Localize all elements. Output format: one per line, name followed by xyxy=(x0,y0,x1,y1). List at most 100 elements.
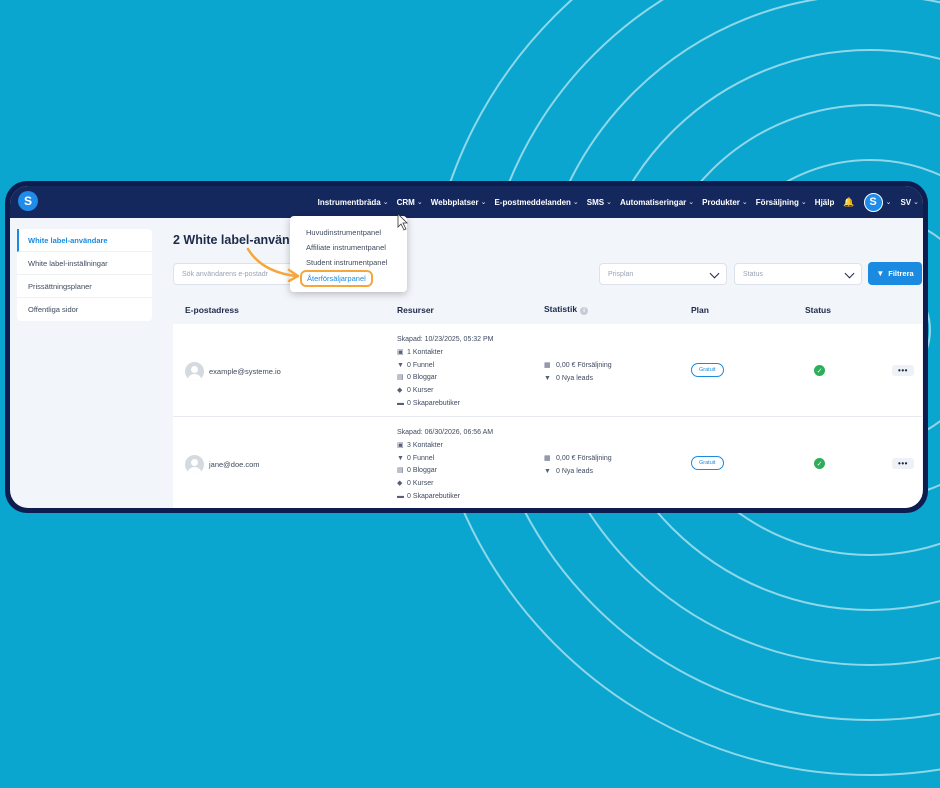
leads-value: 0 Nya leads xyxy=(556,375,593,382)
user-cell: jane@doe.com xyxy=(185,455,260,474)
menu-item-student-dashboard[interactable]: Student instrumentpanel xyxy=(290,255,407,270)
user-email[interactable]: example@systeme.io xyxy=(209,367,281,376)
header-status: Status xyxy=(805,304,831,315)
table-header: E-postadress Resurser Statistik i Plan St… xyxy=(173,295,922,324)
chevron-down-icon: ⌄ xyxy=(606,199,613,206)
nav-item-forsaljning[interactable]: Försäljning ⌄ xyxy=(756,198,807,207)
stats-cell: ▦ 0,00 € Försäljning ▼ 0 Nya leads xyxy=(544,452,612,478)
course-icon: ◆ xyxy=(397,480,403,488)
leads-value: 0 Nya leads xyxy=(556,468,593,475)
price-plan-select[interactable]: Prisplan xyxy=(599,263,727,285)
header-stats: Statistik i xyxy=(544,304,589,315)
status-check-icon: ✓ xyxy=(814,365,825,376)
more-options-button[interactable]: ••• xyxy=(892,365,914,376)
nav-item-automatiseringar[interactable]: Automatiseringar ⌄ xyxy=(620,198,694,207)
sales-value: 0,00 € Försäljning xyxy=(556,455,612,462)
blogs-count: 0 Bloggar xyxy=(407,467,437,475)
filter-icon: ▼ xyxy=(876,269,885,278)
header-resources: Resurser xyxy=(397,304,434,315)
money-icon: ▦ xyxy=(544,455,551,462)
resources-cell: Skapad: 10/23/2025, 05:32 PM ▣ 1 Kontakte… xyxy=(397,334,494,411)
nav-item-produkter[interactable]: Produkter ⌄ xyxy=(702,198,748,207)
logo-icon[interactable]: S xyxy=(18,191,38,211)
status-check-icon: ✓ xyxy=(814,458,825,469)
user-cell: example@systeme.io xyxy=(185,362,281,381)
contacts-count: 3 Kontakter xyxy=(407,441,443,449)
sidebar-item-white-label-settings[interactable]: White label-inställningar xyxy=(17,252,152,275)
funnels-count: 0 Funnel xyxy=(407,454,435,462)
chevron-down-icon: ⌄ xyxy=(688,199,695,206)
courses-count: 0 Kurser xyxy=(407,387,434,395)
header-plan: Plan xyxy=(691,304,709,315)
app-screen: S Instrumentbräda ⌄ CRM ⌄ Webbplatser ⌄ E-p… xyxy=(10,186,923,508)
sidebar-item-public-pages[interactable]: Offentliga sidor xyxy=(17,298,152,321)
sales-value: 0,00 € Försäljning xyxy=(556,362,612,369)
avatar xyxy=(185,455,204,474)
resources-cell: Skapad: 06/30/2026, 06:56 AM ▣ 3 Kontakte… xyxy=(397,427,493,504)
plan-badge: Gratuit xyxy=(691,363,724,377)
funnels-count: 0 Funnel xyxy=(407,361,435,369)
chevron-down-icon: ⌄ xyxy=(382,199,389,206)
chevron-down-icon[interactable]: ⌄ xyxy=(886,198,892,206)
stores-count: 0 Skaparebutiker xyxy=(407,492,460,500)
language-selector[interactable]: SV ⌄ xyxy=(900,198,919,207)
courses-count: 0 Kurser xyxy=(407,480,434,488)
menu-item-reseller-panel[interactable]: Återförsäljarpanel xyxy=(300,270,373,287)
nav-item-sms[interactable]: SMS ⌄ xyxy=(587,198,612,207)
created-date: Skapad: 10/23/2025, 05:32 PM xyxy=(397,336,494,343)
sidebar-item-white-label-users[interactable]: White label-användare xyxy=(17,229,152,252)
funnel-icon: ▼ xyxy=(544,468,551,475)
plan-badge: Gratuit xyxy=(691,456,724,470)
chevron-down-icon: ⌄ xyxy=(913,199,919,206)
funnel-icon: ▼ xyxy=(397,361,404,369)
top-navigation: S Instrumentbräda ⌄ CRM ⌄ Webbplatser ⌄ E-p… xyxy=(10,186,923,218)
chevron-down-icon: ⌄ xyxy=(572,199,579,206)
info-icon[interactable]: i xyxy=(580,307,589,315)
nav-item-hjalp[interactable]: Hjälp xyxy=(815,198,835,207)
sidebar-item-pricing-plans[interactable]: Prissättningsplaner xyxy=(17,275,152,298)
user-email[interactable]: jane@doe.com xyxy=(209,460,260,469)
nav-item-epost[interactable]: E-postmeddelanden ⌄ xyxy=(494,198,578,207)
table-row: example@systeme.io Skapad: 10/23/2025, 0… xyxy=(173,324,922,417)
page-title: 2 White label-använd xyxy=(173,233,298,247)
chevron-down-icon xyxy=(709,268,720,279)
sidebar: White label-användare White label-instäl… xyxy=(17,229,152,321)
nav-item-crm[interactable]: CRM ⌄ xyxy=(397,198,423,207)
funnel-icon: ▼ xyxy=(397,454,404,462)
chevron-down-icon: ⌄ xyxy=(480,199,487,206)
avatar xyxy=(185,362,204,381)
chevron-down-icon: ⌄ xyxy=(741,199,748,206)
more-options-button[interactable]: ••• xyxy=(892,458,914,469)
store-icon: ▬ xyxy=(397,399,404,407)
blog-icon: ▤ xyxy=(397,467,404,475)
screenshot-frame: S Instrumentbräda ⌄ CRM ⌄ Webbplatser ⌄ E-p… xyxy=(5,181,928,513)
status-select[interactable]: Status xyxy=(734,263,862,285)
chevron-down-icon xyxy=(844,268,855,279)
created-date: Skapad: 06/30/2026, 06:56 AM xyxy=(397,429,494,436)
nav-item-instrumentbrada[interactable]: Instrumentbräda ⌄ xyxy=(318,198,389,207)
header-email[interactable]: E-postadress xyxy=(185,305,239,315)
contacts-count: 1 Kontakter xyxy=(407,348,443,356)
course-icon: ◆ xyxy=(397,387,403,395)
blog-icon: ▤ xyxy=(397,374,404,382)
user-avatar[interactable]: S xyxy=(863,192,883,212)
filter-button[interactable]: ▼ Filtrera xyxy=(868,262,922,285)
menu-item-affiliate-dashboard[interactable]: Affiliate instrumentpanel xyxy=(290,240,407,255)
funnel-icon: ▼ xyxy=(544,375,551,382)
chevron-down-icon: ⌄ xyxy=(416,199,423,206)
contacts-icon: ▣ xyxy=(397,348,404,356)
money-icon: ▦ xyxy=(544,362,551,369)
search-input[interactable]: Sök användarens e-postadr xyxy=(173,263,295,285)
store-icon: ▬ xyxy=(397,492,404,500)
nav-menu: Instrumentbräda ⌄ CRM ⌄ Webbplatser ⌄ E-pos… xyxy=(310,186,919,218)
chevron-down-icon: ⌄ xyxy=(800,199,807,206)
contacts-icon: ▣ xyxy=(397,441,404,449)
stores-count: 0 Skaparebutiker xyxy=(407,399,460,407)
menu-item-main-dashboard[interactable]: Huvudinstrumentpanel xyxy=(290,225,407,240)
blogs-count: 0 Bloggar xyxy=(407,374,437,382)
bell-icon[interactable]: 🔔 xyxy=(843,197,854,208)
dashboard-dropdown-menu: Huvudinstrumentpanel Affiliate instrumen… xyxy=(290,216,407,292)
nav-item-webbplatser[interactable]: Webbplatser ⌄ xyxy=(431,198,487,207)
stats-cell: ▦ 0,00 € Försäljning ▼ 0 Nya leads xyxy=(544,359,612,385)
users-table: E-postadress Resurser Statistik i Plan St… xyxy=(173,295,922,508)
